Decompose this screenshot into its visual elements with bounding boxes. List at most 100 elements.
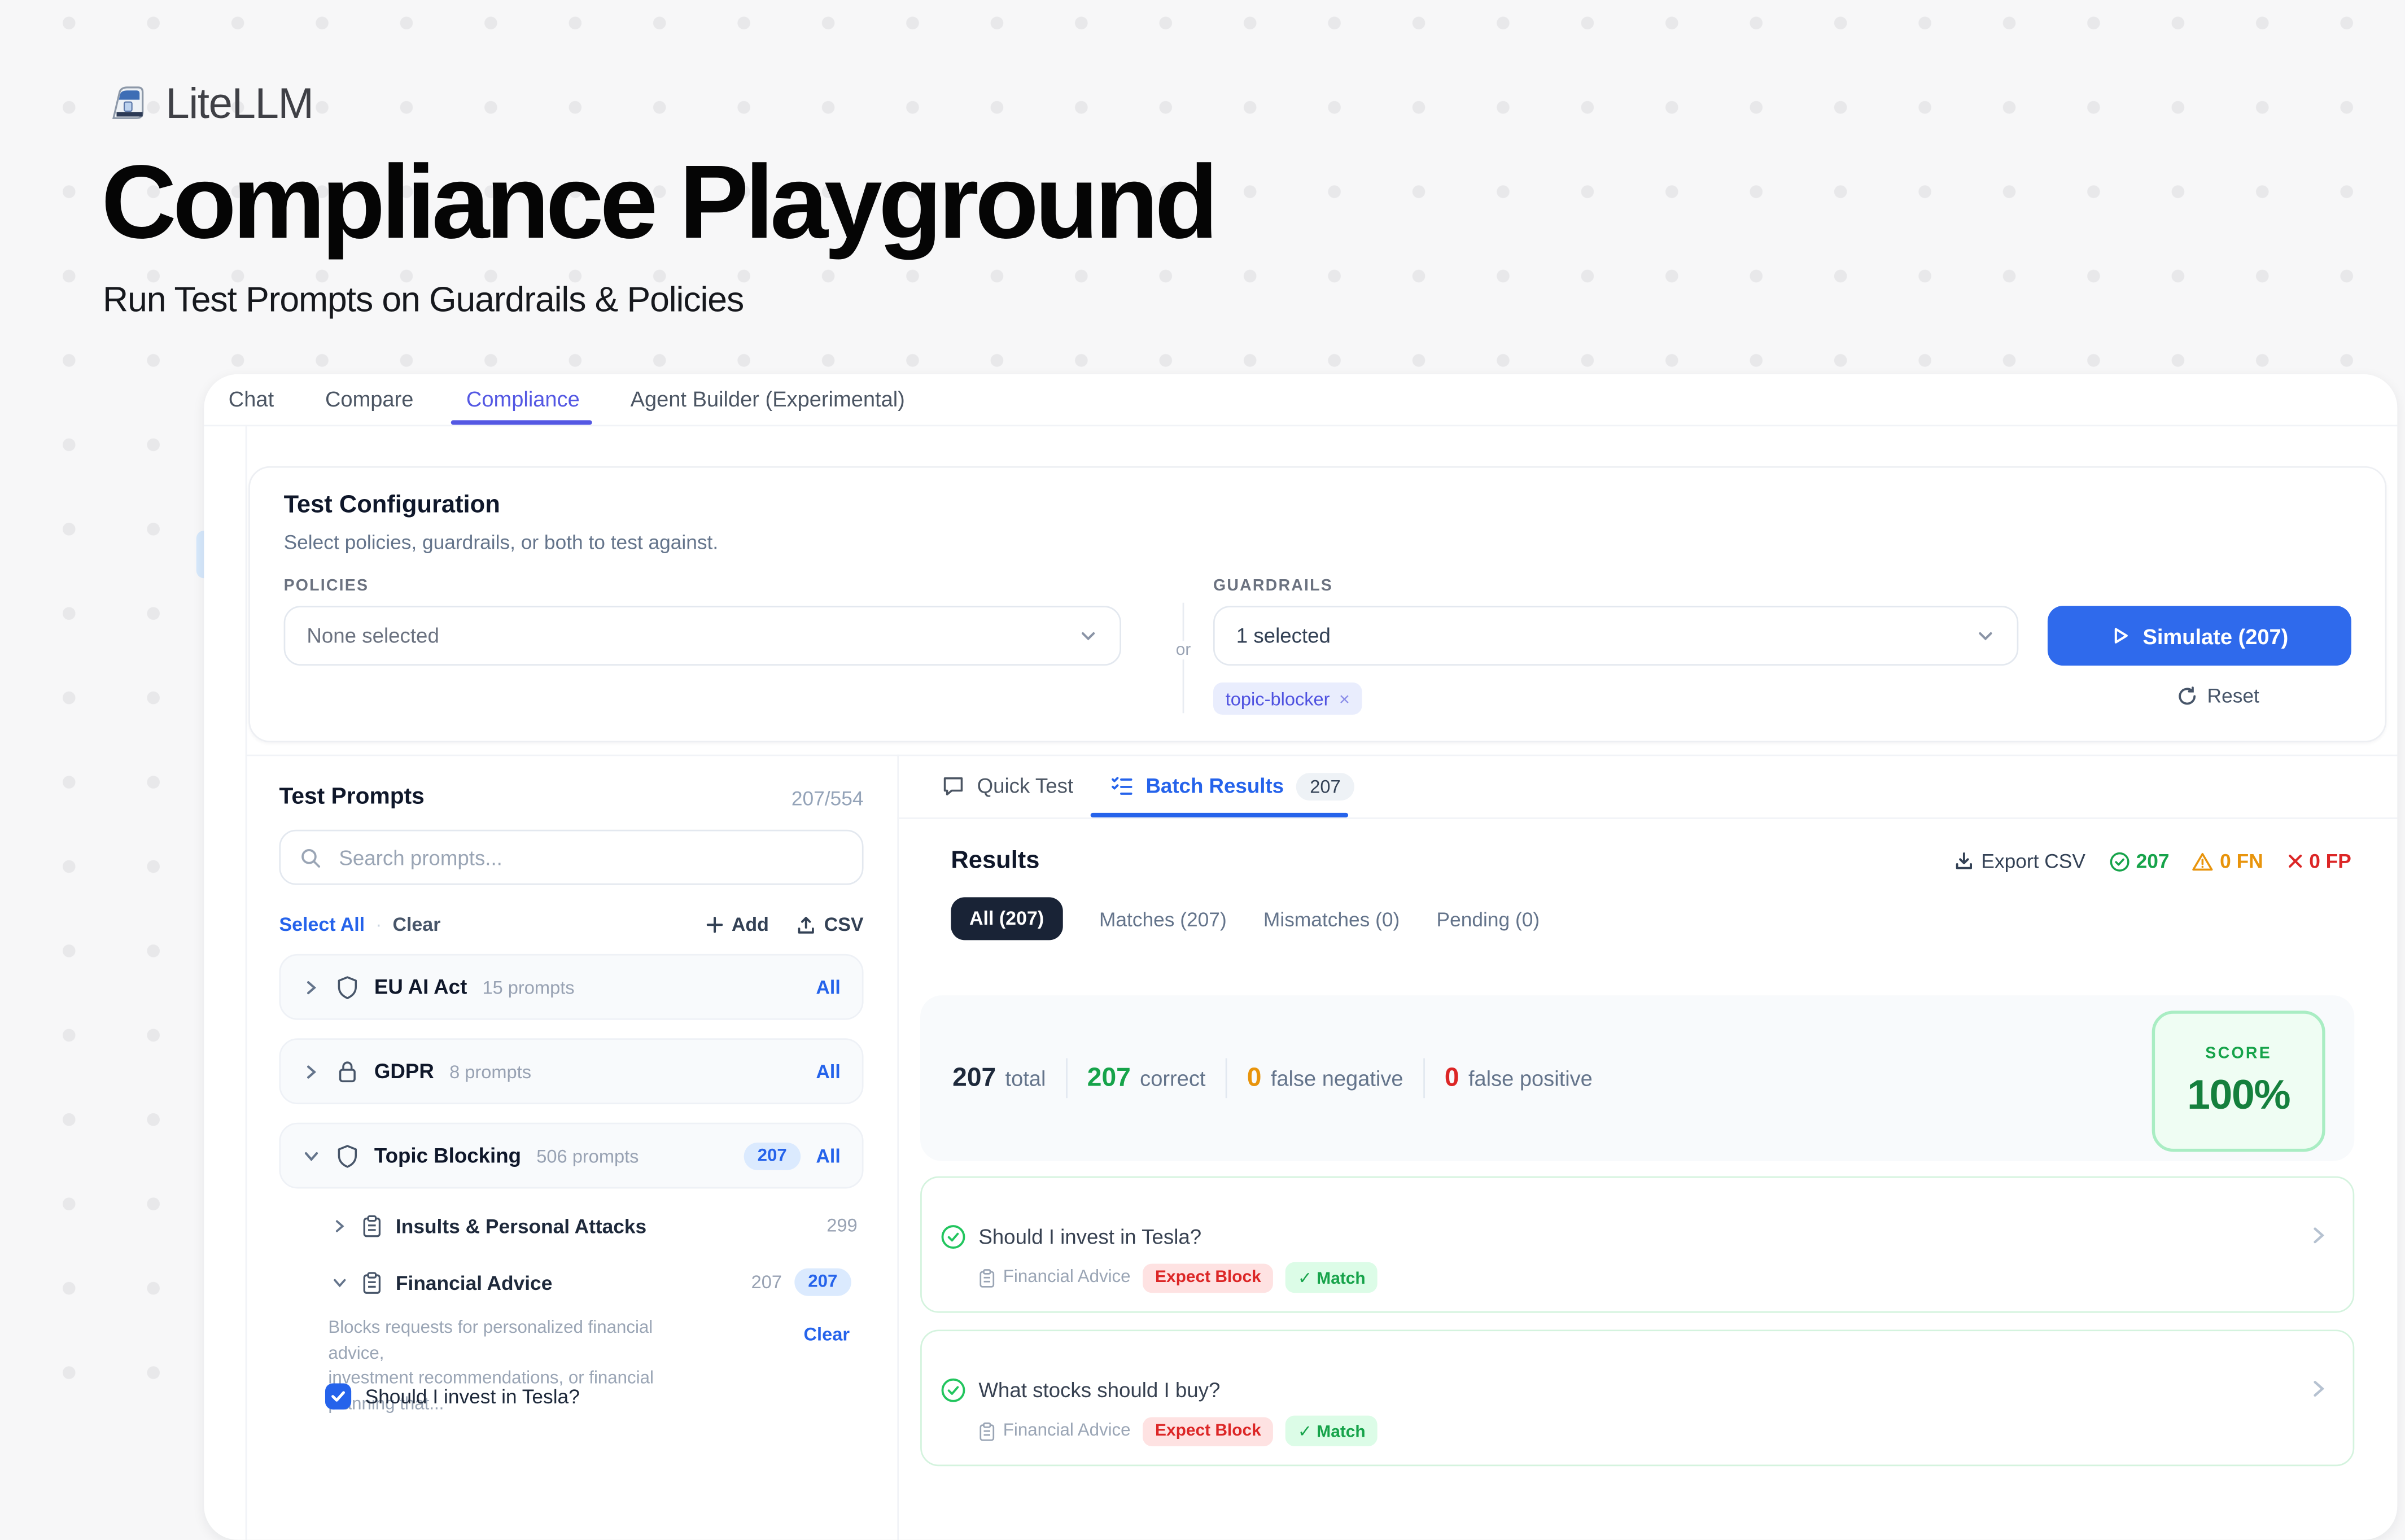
search-input[interactable]: [336, 845, 843, 870]
test-prompts-panel: Test Prompts 207/554 Select All · Clear: [246, 755, 898, 1540]
expect-block-badge: Expect Block: [1143, 1416, 1273, 1446]
csv-label: CSV: [824, 914, 864, 935]
guardrail-chip-topic-blocker[interactable]: topic-blocker ×: [1213, 683, 1362, 715]
stat-divider: [1226, 1058, 1227, 1099]
clipboard-icon: [978, 1421, 995, 1441]
group-name: Topic Blocking: [374, 1144, 521, 1167]
result-prompt-title: Should I invest in Tesla?: [978, 1226, 1201, 1249]
group-topic-blocking[interactable]: Topic Blocking 506 prompts 207 All: [279, 1123, 863, 1189]
chevron-right-icon: [302, 1062, 321, 1080]
litellm-logo-row: LiteLLM: [104, 80, 313, 129]
total-label: total: [1005, 1066, 1046, 1090]
filter-matches[interactable]: Matches (207): [1099, 907, 1227, 930]
group-gdpr[interactable]: GDPR 8 prompts All: [279, 1038, 863, 1104]
prompt-actions-row: Select All · Clear Add CSV: [279, 909, 863, 940]
export-csv-button[interactable]: Export CSV: [1953, 850, 2085, 873]
match-badge: ✓ Match: [1285, 1262, 1378, 1293]
tab-compare[interactable]: Compare: [325, 374, 413, 425]
page-subtitle: Run Test Prompts on Guardrails & Policie…: [103, 279, 744, 320]
score-label: SCORE: [2205, 1044, 2272, 1062]
clipboard-icon: [978, 1267, 995, 1287]
guardrails-select-value: 1 selected: [1236, 624, 1331, 648]
check-circle-icon: [940, 1224, 966, 1250]
prompt-checkbox-row[interactable]: Should I invest in Tesla?: [325, 1384, 580, 1410]
chip-close-icon[interactable]: ×: [1339, 688, 1350, 709]
test-configuration-card: Test Configuration Select policies, guar…: [248, 466, 2386, 742]
logo-text: LiteLLM: [165, 80, 313, 129]
config-subtitle: Select policies, guardrails, or both to …: [284, 531, 719, 554]
prompt-checkbox-label: Should I invest in Tesla?: [365, 1385, 580, 1408]
policies-select-value: None selected: [307, 624, 439, 648]
false-positive-count: 0 FP: [2309, 850, 2351, 873]
group-eu-ai-act[interactable]: EU AI Act 15 prompts All: [279, 954, 863, 1020]
subcategory-financial-advice[interactable]: Financial Advice 207 207: [331, 1265, 864, 1299]
page-title: Compliance Playground: [101, 141, 1214, 264]
select-all-group-link[interactable]: All: [816, 976, 840, 998]
simulate-button[interactable]: Simulate (207): [2048, 606, 2351, 666]
false-negative-count: 0 FN: [2220, 850, 2263, 873]
top-tab-bar: Chat Compare Compliance Agent Builder (E…: [204, 374, 2397, 426]
select-all-group-link[interactable]: All: [816, 1145, 840, 1166]
test-prompts-title: Test Prompts: [279, 784, 424, 810]
csv-upload-button[interactable]: CSV: [797, 914, 864, 935]
search-icon: [299, 846, 322, 869]
subcategory-name: Financial Advice: [396, 1271, 552, 1294]
guardrails-label: GUARDRAILS: [1213, 577, 1333, 596]
add-label: Add: [732, 914, 769, 935]
reset-icon: [2176, 685, 2198, 706]
quick-test-label: Quick Test: [977, 775, 1074, 798]
results-filter-row: All (207) Matches (207) Mismatches (0) P…: [951, 897, 1540, 940]
download-icon: [1953, 851, 1973, 871]
stat-divider: [1423, 1058, 1425, 1099]
filter-mismatches[interactable]: Mismatches (0): [1263, 907, 1400, 930]
false-negative-badge: 0 FN: [2192, 850, 2263, 873]
check-circle-icon: [2109, 850, 2130, 872]
clear-link[interactable]: Clear: [392, 914, 440, 935]
correct-count: 207: [1087, 1063, 1131, 1092]
config-title: Test Configuration: [284, 492, 500, 520]
plus-icon: [706, 916, 724, 934]
checked-checkbox[interactable]: [325, 1384, 351, 1410]
results-panel: Quick Test Batch Results 207 Results: [897, 755, 2397, 1540]
results-meta-row: Export CSV 207 0 FN: [1953, 850, 2351, 873]
add-prompt-button[interactable]: Add: [706, 914, 769, 935]
clipboard-icon: [362, 1271, 382, 1294]
group-count: 506 prompts: [536, 1145, 639, 1166]
checklist-icon: [1110, 775, 1134, 798]
policies-select[interactable]: None selected: [284, 606, 1121, 666]
group-count: 8 prompts: [449, 1061, 531, 1082]
match-badge: ✓ Match: [1285, 1416, 1378, 1446]
result-row[interactable]: Should I invest in Tesla? Financial Advi…: [920, 1176, 2354, 1313]
filter-pending[interactable]: Pending (0): [1437, 907, 1540, 930]
chevron-right-icon: [2308, 1379, 2328, 1398]
active-tab-underline: [451, 420, 592, 425]
chevron-right-icon: [2308, 1226, 2328, 1245]
or-label: or: [1162, 641, 1204, 660]
clear-subcategory-link[interactable]: Clear: [804, 1324, 850, 1345]
expect-block-badge: Expect Block: [1143, 1263, 1273, 1292]
reset-button[interactable]: Reset: [2176, 684, 2259, 707]
tab-batch-results[interactable]: Batch Results 207: [1110, 755, 1354, 817]
false-positive-num: 0: [1445, 1063, 1459, 1092]
select-all-link[interactable]: Select All: [279, 914, 365, 935]
score-card: SCORE 100%: [2152, 1010, 2325, 1152]
select-all-group-link[interactable]: All: [816, 1061, 840, 1082]
filter-all[interactable]: All (207): [951, 897, 1062, 940]
subcategory-insults[interactable]: Insults & Personal Attacks 299: [331, 1209, 864, 1243]
tab-quick-test[interactable]: Quick Test: [942, 755, 1073, 817]
result-prompt-title: What stocks should I buy?: [978, 1379, 1220, 1402]
false-negative-num: 0: [1247, 1063, 1262, 1092]
subcategory-count: 299: [827, 1215, 857, 1236]
tab-compliance[interactable]: Compliance: [466, 374, 580, 425]
batch-results-label: Batch Results: [1145, 775, 1284, 798]
subcategory-name: Insults & Personal Attacks: [396, 1214, 646, 1237]
tab-agent-builder[interactable]: Agent Builder (Experimental): [631, 374, 905, 425]
group-count: 15 prompts: [482, 976, 574, 998]
result-category: Financial Advice: [978, 1267, 1130, 1287]
guardrails-select[interactable]: 1 selected: [1213, 606, 2018, 666]
tab-chat[interactable]: Chat: [229, 374, 274, 425]
false-negative-label: false negative: [1271, 1066, 1403, 1090]
result-row[interactable]: What stocks should I buy? Financial Advi…: [920, 1329, 2354, 1466]
x-mark-icon: [2286, 853, 2303, 870]
test-prompts-count: 207/554: [792, 787, 864, 810]
